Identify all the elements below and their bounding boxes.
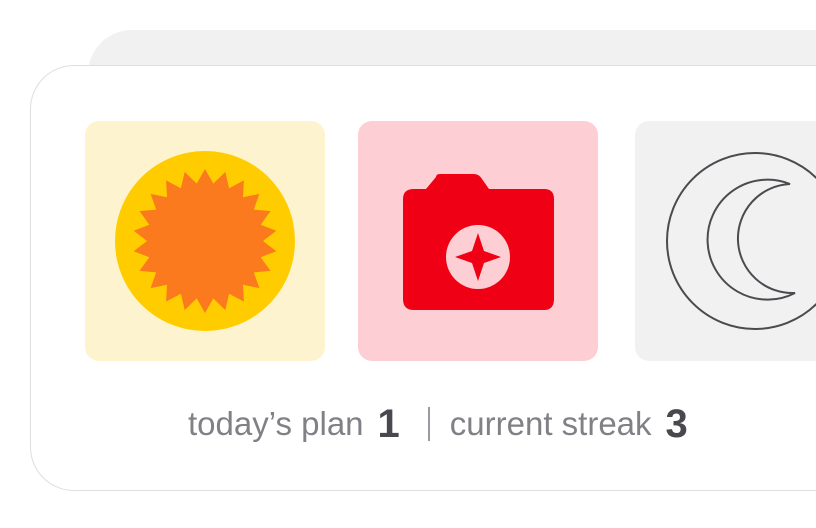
moon-icon <box>635 121 816 361</box>
stats-row: today’s plan 1 current streak 3 <box>188 396 688 452</box>
current-streak-label: current streak <box>449 405 652 442</box>
sun-icon <box>85 121 325 361</box>
stats-divider <box>427 407 430 441</box>
todays-plan-count: 1 <box>377 401 400 446</box>
moon-tile-background <box>635 121 816 361</box>
habit-tile-camera[interactable] <box>358 121 598 361</box>
todays-plan-label: today’s plan <box>188 405 364 442</box>
camera-icon <box>358 121 598 361</box>
current-streak-count: 3 <box>665 401 688 446</box>
habit-tile-sun[interactable] <box>85 121 325 361</box>
habit-widget: today’s plan 1 current streak 3 <box>0 0 816 528</box>
habit-tile-moon[interactable] <box>635 121 816 361</box>
